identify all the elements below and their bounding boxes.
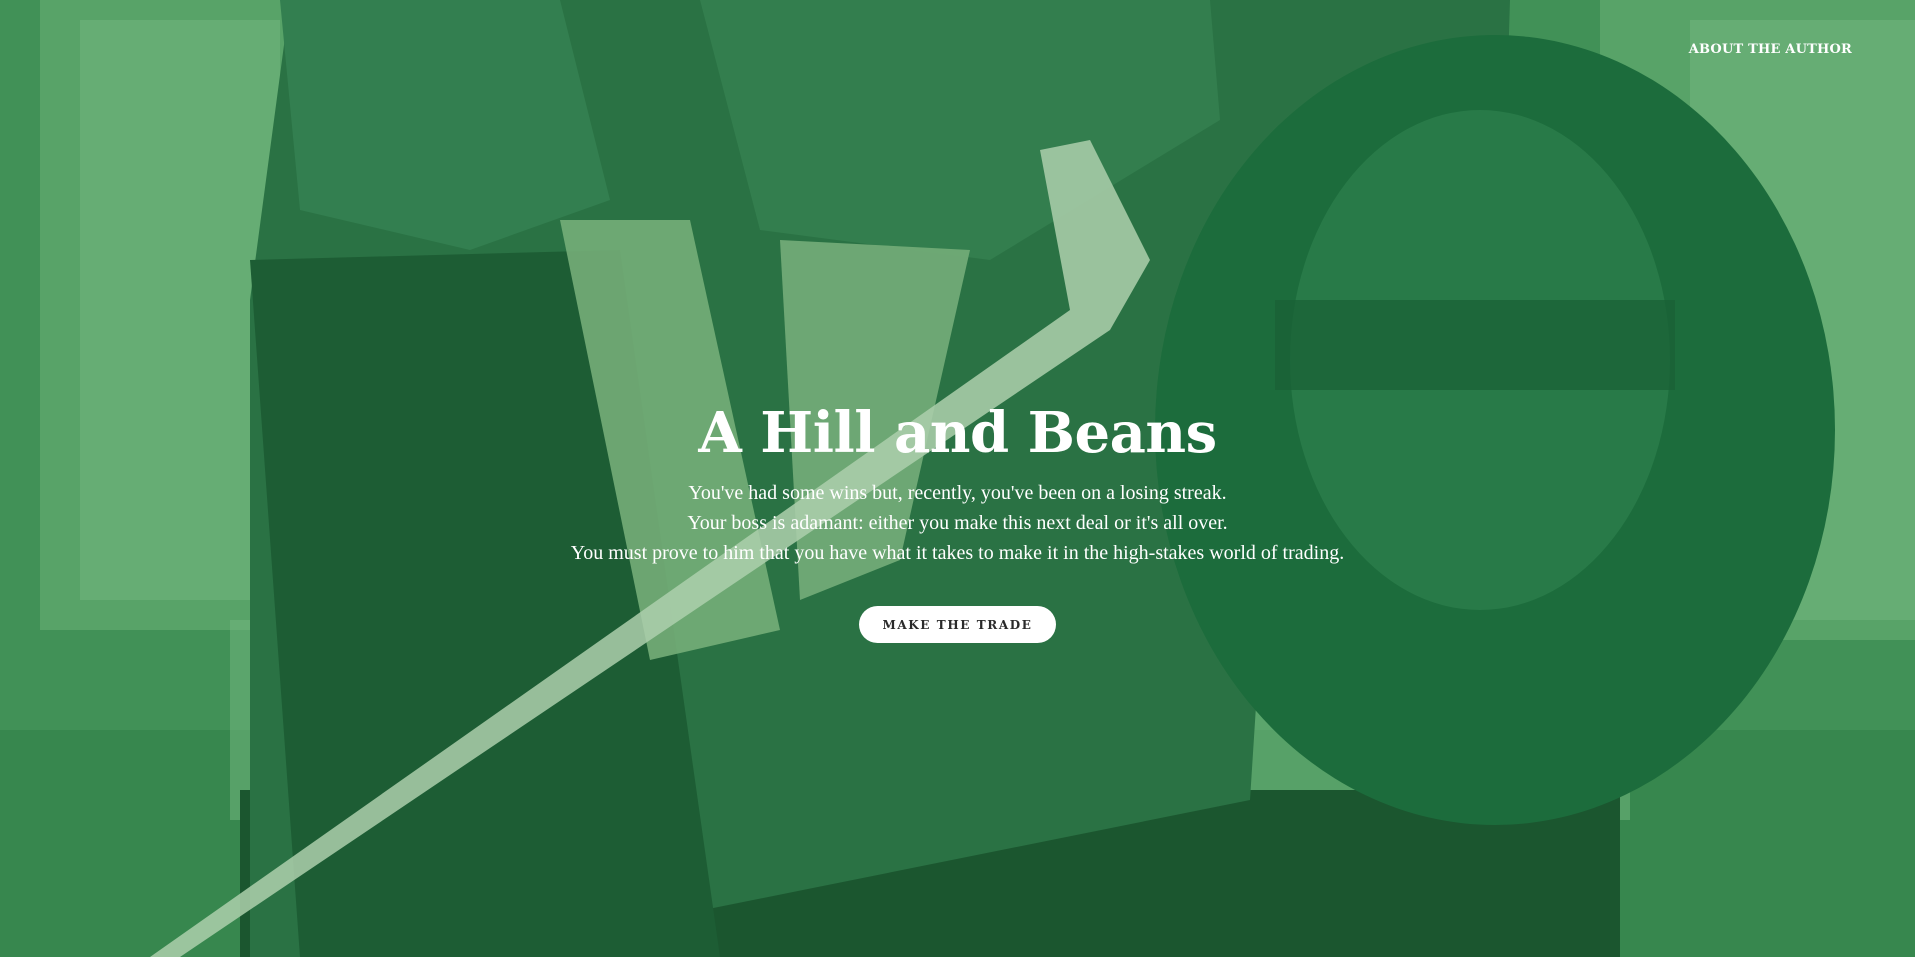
intro-text: You've had some wins but, recently, you'… bbox=[0, 478, 1915, 568]
hero-section: ABOUT THE AUTHOR A Hill and Beans You've… bbox=[0, 0, 1915, 957]
make-the-trade-button[interactable]: MAKE THE TRADE bbox=[859, 606, 1056, 643]
intro-line-2: Your boss is adamant: either you make th… bbox=[687, 512, 1228, 534]
intro-line-1: You've had some wins but, recently, you'… bbox=[688, 482, 1227, 504]
intro-line-3: You must prove to him that you have what… bbox=[570, 542, 1345, 564]
about-the-author-link[interactable]: ABOUT THE AUTHOR bbox=[1689, 42, 1852, 57]
hero-content: A Hill and Beans You've had some wins bu… bbox=[0, 398, 1915, 643]
page-title: A Hill and Beans bbox=[698, 400, 1217, 466]
